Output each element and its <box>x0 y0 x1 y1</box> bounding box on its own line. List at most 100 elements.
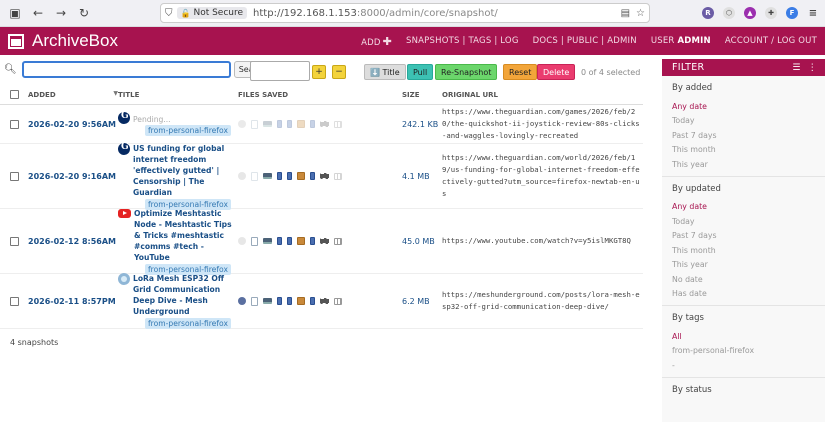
reset-button[interactable]: Reset <box>503 64 538 80</box>
filter-updated-this-month[interactable]: This month <box>662 243 825 258</box>
grid-icon[interactable] <box>334 297 342 305</box>
archive-box-icon[interactable] <box>297 120 305 128</box>
puzzle-icon[interactable]: ✚ <box>765 7 777 19</box>
media-icon[interactable] <box>320 173 329 179</box>
binary-icon[interactable] <box>310 297 315 305</box>
forward-icon[interactable]: → <box>52 4 70 22</box>
menu-icon[interactable]: ≡ <box>807 7 819 19</box>
filter-tags-none[interactable]: - <box>662 358 825 373</box>
binary-icon[interactable] <box>287 120 292 128</box>
bookmark-star-icon[interactable]: ☆ <box>636 8 645 19</box>
shield-icon[interactable]: ⛉ <box>165 8 173 19</box>
document-icon[interactable] <box>251 171 258 181</box>
filter-updated-past-7-days[interactable]: Past 7 days <box>662 229 825 244</box>
original-url-link[interactable]: https://meshunderground.com/posts/lora-m… <box>442 289 643 313</box>
column-url[interactable]: ORIGINAL URL <box>442 91 643 99</box>
filter-added-past-7-days[interactable]: Past 7 days <box>662 128 825 143</box>
filter-added-any-date[interactable]: Any date <box>662 99 825 114</box>
binary-icon[interactable] <box>287 237 292 245</box>
snapshots-tags-log-links[interactable]: SNAPSHOTS | TAGS | LOG <box>406 36 519 46</box>
binary-icon[interactable] <box>277 172 282 180</box>
pull-button[interactable]: Pull <box>407 64 434 80</box>
extensions-icon[interactable]: ⬡ <box>723 7 735 19</box>
delete-button[interactable]: Delete <box>537 64 576 80</box>
original-url-link[interactable]: https://www.theguardian.com/games/2026/f… <box>442 106 643 142</box>
tag-filter-input[interactable] <box>250 61 310 81</box>
media-icon[interactable] <box>320 298 329 304</box>
binary-icon[interactable] <box>310 237 315 245</box>
size-link[interactable]: 4.1 MB <box>402 172 442 181</box>
original-url-link[interactable]: https://www.theguardian.com/world/2026/f… <box>442 152 643 200</box>
screenshot-icon[interactable] <box>263 173 272 179</box>
remove-tag-button[interactable]: − <box>332 65 346 79</box>
size-link[interactable]: 45.0 MB <box>402 237 442 246</box>
filter-updated-no-date[interactable]: No date <box>662 272 825 287</box>
column-size[interactable]: SIZE <box>402 91 442 99</box>
row-checkbox[interactable] <box>9 119 19 129</box>
added-date-link[interactable]: 2026-02-12 8:56AM <box>28 237 118 246</box>
reader-mode-icon[interactable]: ▤ <box>621 8 630 19</box>
not-secure-badge[interactable]: 🔓 Not Secure <box>176 7 248 19</box>
filter-updated-this-year[interactable]: This year <box>662 258 825 273</box>
row-checkbox[interactable] <box>9 171 19 181</box>
row-checkbox[interactable] <box>9 236 19 246</box>
info-icon[interactable] <box>238 297 246 305</box>
title-link[interactable]: Optimize Meshtastic Node - Meshtastic Ti… <box>134 208 238 263</box>
brand-title[interactable]: ArchiveBox <box>32 31 118 51</box>
tag-badge[interactable]: from-personal-firefox <box>145 125 231 136</box>
document-icon[interactable] <box>251 119 258 129</box>
add-tag-button[interactable]: + <box>312 65 326 79</box>
address-bar[interactable]: ⛉ 🔓 Not Secure http://192.168.1.153:8000… <box>160 3 650 23</box>
column-title[interactable]: TITLE <box>118 91 238 99</box>
reload-icon[interactable]: ↻ <box>75 4 93 22</box>
binary-icon[interactable] <box>277 237 282 245</box>
grid-icon[interactable] <box>334 120 342 128</box>
filter-added-today[interactable]: Today <box>662 114 825 129</box>
resnapshot-button[interactable]: Re-Snapshot <box>435 64 498 80</box>
collapse-icon[interactable]: ⋮ <box>808 63 817 73</box>
filter-tags-all[interactable]: All <box>662 329 825 344</box>
info-icon[interactable] <box>238 237 246 245</box>
archivebox-logo-icon[interactable] <box>8 33 24 49</box>
binary-icon[interactable] <box>287 297 292 305</box>
title-link[interactable]: Pending... <box>133 115 171 124</box>
search-input[interactable] <box>21 60 231 78</box>
filter-updated-any-date[interactable]: Any date <box>662 200 825 215</box>
info-icon[interactable] <box>238 172 246 180</box>
archive-box-icon[interactable] <box>297 237 305 245</box>
back-icon[interactable]: ← <box>29 4 47 22</box>
archive-box-icon[interactable] <box>297 297 305 305</box>
profile-avatar-icon[interactable]: R <box>702 7 714 19</box>
grid-icon[interactable] <box>334 237 342 245</box>
binary-icon[interactable] <box>287 172 292 180</box>
size-link[interactable]: 6.2 MB <box>402 297 442 306</box>
grid-icon[interactable] <box>334 172 342 180</box>
tag-badge[interactable]: from-personal-firefox <box>145 318 231 329</box>
original-url-link[interactable]: https://www.youtube.com/watch?v=y5islMKG… <box>442 235 643 247</box>
title-link[interactable]: US funding for global internet freedom '… <box>133 143 238 198</box>
filter-tags-from-personal-firefox[interactable]: from-personal-firefox <box>662 344 825 359</box>
added-date-link[interactable]: 2026-02-20 9:56AM <box>28 120 118 129</box>
binary-icon[interactable] <box>310 172 315 180</box>
document-icon[interactable] <box>251 296 258 306</box>
media-icon[interactable] <box>320 121 329 127</box>
info-icon[interactable] <box>238 120 246 128</box>
account-logout-links[interactable]: ACCOUNT / LOG OUT <box>725 36 817 46</box>
added-date-link[interactable]: 2026-02-11 8:57PM <box>28 297 118 306</box>
screenshot-icon[interactable] <box>263 298 272 304</box>
extension-blue-icon[interactable]: F <box>786 7 798 19</box>
filter-updated-has-date[interactable]: Has date <box>662 287 825 302</box>
binary-icon[interactable] <box>277 297 282 305</box>
binary-icon[interactable] <box>277 120 282 128</box>
archive-box-icon[interactable] <box>297 172 305 180</box>
title-button[interactable]: ⬇️ Title <box>364 64 406 80</box>
filter-added-this-month[interactable]: This month <box>662 143 825 158</box>
screenshot-icon[interactable] <box>263 121 272 127</box>
column-added[interactable]: ADDED ▼ <box>28 90 118 99</box>
screenshot-icon[interactable] <box>263 238 272 244</box>
title-link[interactable]: LoRa Mesh ESP32 Off Grid Communication D… <box>133 273 238 317</box>
size-link[interactable]: 242.1 KB <box>402 120 442 129</box>
list-view-icon[interactable]: ☰ <box>792 63 800 73</box>
filter-updated-today[interactable]: Today <box>662 214 825 229</box>
document-icon[interactable] <box>251 236 258 246</box>
